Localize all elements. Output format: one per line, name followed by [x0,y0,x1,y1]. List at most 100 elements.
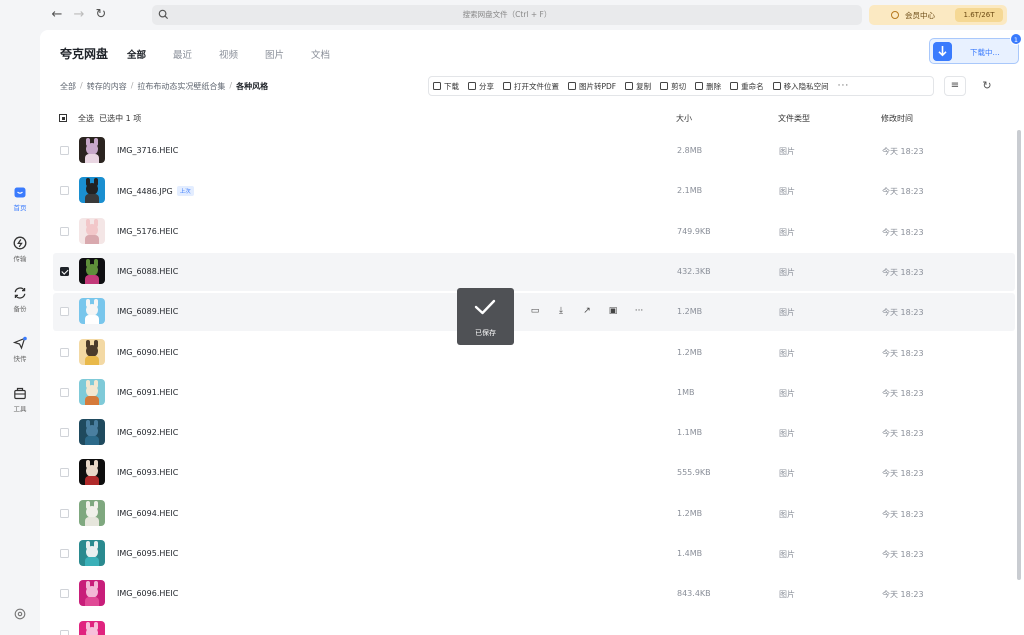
row-checkbox[interactable] [60,307,69,317]
tab-recent[interactable]: 最近 [173,47,219,61]
table-row[interactable]: IMG_6095.HEIC 1.4MB 图片 今天 18:23 [53,535,1015,573]
file-name[interactable]: IMG_6088.HEIC [117,267,178,276]
file-name[interactable]: IMG_6096.HEIC [117,589,178,598]
table-row[interactable]: IMG_6096.HEIC 843.4KB 图片 今天 18:23 [53,575,1015,613]
file-name[interactable]: IMG_3716.HEIC [117,146,178,155]
open-location-button[interactable]: 打开文件位置 [503,81,559,92]
sidebar-item-backup[interactable]: 备份 [0,286,40,313]
table-row[interactable]: IMG_6090.HEIC 1.2MB 图片 今天 18:23 [53,334,1015,372]
column-size[interactable]: 大小 [676,113,692,124]
refresh-icon[interactable]: ↻ [980,79,994,93]
downloading-button[interactable]: 下载中... 1 [929,33,1022,64]
table-row[interactable]: IMG_3716.HEIC 2.8MB 图片 今天 18:23 [53,132,1015,170]
download-icon [433,82,441,90]
file-size: 2.1MB [677,186,703,196]
folder-icon[interactable]: ▭ [529,305,541,317]
row-checkbox[interactable] [60,549,69,558]
table-row[interactable]: IMG_5176.HEIC 749.9KB 图片 今天 18:23 [53,213,1015,251]
select-all-label[interactable]: 全选 [78,114,94,123]
file-type: 图片 [779,227,795,237]
back-button[interactable]: ← [48,6,66,24]
file-type: 图片 [779,267,795,277]
file-name[interactable]: IMG_5176.HEIC [117,227,178,236]
reload-button[interactable]: ↻ [92,6,110,24]
row-checkbox[interactable] [60,468,69,478]
move-to-private-button[interactable]: 移入隐私空间 [772,81,829,92]
sidebar-item-home[interactable]: 首页 [0,185,40,212]
row-checkbox[interactable] [60,428,69,438]
scrollbar[interactable] [1017,130,1021,580]
table-row[interactable]: IMG_6092.HEIC 1.1MB 图片 今天 18:23 [53,414,1015,452]
cut-icon [660,82,669,90]
file-modified-time: 今天 18:23 [882,550,924,559]
image-icon[interactable]: ▣ [607,305,619,317]
image-to-pdf-button[interactable]: 图片转PDF [568,81,616,92]
row-checkbox[interactable] [60,226,69,236]
file-name[interactable]: IMG_6090.HEIC [117,348,178,357]
row-checkbox[interactable] [60,266,69,276]
row-checkbox[interactable] [60,146,69,155]
tab-image[interactable]: 图片 [265,47,311,61]
row-checkbox[interactable] [60,387,69,397]
row-checkbox[interactable] [60,347,69,357]
table-header: 全选 已选中 1 项 大小 文件类型 修改时间 [54,110,1014,128]
download-icon[interactable]: ⤓ [555,305,567,317]
file-name[interactable]: IMG_4486.JPG [117,187,173,196]
more-icon[interactable]: ··· [633,305,645,317]
table-row[interactable]: IMG_6089.HEIC 1.2MB 图片 今天 18:23 ▭ ⤓ ↗ ▣ ··· [53,293,1015,332]
select-all-checkbox[interactable] [59,114,67,122]
table-row[interactable]: IMG_6091.HEIC 1MB 图片 今天 18:23 [53,374,1015,412]
table-row[interactable]: IMG_4486.JPG 上次 2.1MB 图片 今天 18:23 [53,172,1015,210]
row-checkbox[interactable] [60,186,69,196]
column-type[interactable]: 文件类型 [778,113,810,124]
search-input[interactable]: 搜索网盘文件（Ctrl + F） [152,5,862,25]
file-name[interactable]: IMG_6092.HEIC [117,428,178,437]
file-name[interactable]: IMG_6095.HEIC [117,549,178,558]
breadcrumb-item-saved[interactable]: 转存的内容 [87,81,127,92]
breadcrumb-item-collection[interactable]: 拉布布动态实况壁纸合集 [137,81,225,92]
sort-button[interactable]: ≡ [944,76,966,96]
file-type: 图片 [779,388,795,398]
forward-button[interactable]: → [70,6,88,24]
tab-document[interactable]: 文档 [311,47,357,61]
copy-button[interactable]: 复制 [625,81,651,92]
delete-button[interactable]: 删除 [695,81,721,92]
more-icon[interactable]: ··· [838,81,850,91]
file-modified-time: 今天 18:23 [882,388,924,398]
download-button[interactable]: 下载 [433,81,459,92]
table-row[interactable]: IMG_6088.HEIC 432.3KB 图片 今天 18:23 [53,252,1015,291]
file-modified-time: 今天 18:23 [882,147,924,156]
file-thumbnail [79,217,105,244]
file-name[interactable]: IMG_6093.HEIC [117,468,178,477]
file-name[interactable]: IMG_6094.HEIC [117,509,178,518]
row-checkbox[interactable] [60,629,69,635]
table-row[interactable]: IMG_6094.HEIC 1.2MB 图片 今天 18:23 [53,495,1015,533]
share-icon[interactable]: ↗ [581,305,593,317]
file-name[interactable]: IMG_6091.HEIC [117,388,178,397]
pencil-icon [730,82,739,90]
sidebar-item-quick-send[interactable]: 快传 [0,336,40,363]
breadcrumb-item-all[interactable]: 全部 [60,81,76,92]
file-size: 1MB [677,387,695,397]
tab-all[interactable]: 全部 [127,47,173,61]
settings-icon[interactable] [14,608,26,620]
cut-button[interactable]: 剪切 [660,81,686,92]
row-checkbox[interactable] [60,589,69,599]
rename-button[interactable]: 重命名 [730,81,764,92]
file-name[interactable]: IMG_6089.HEIC [117,307,178,316]
share-button[interactable]: 分享 [468,81,494,92]
tab-video[interactable]: 视频 [219,47,265,61]
sidebar-item-tools[interactable]: 工具 [0,386,40,413]
table-row[interactable] [53,616,1015,635]
search-placeholder: 搜索网盘文件（Ctrl + F） [462,10,552,19]
vip-center-button[interactable]: 会员中心 1.6T/26T [869,5,1007,25]
toolbar-label: 分享 [479,81,494,91]
sidebar-item-label: 快传 [13,355,27,363]
sidebar-item-label: 工具 [13,405,27,413]
column-modified-time[interactable]: 修改时间 [881,113,913,124]
table-row[interactable]: IMG_6093.HEIC 555.9KB 图片 今天 18:23 [53,454,1015,492]
toolbar-label: 图片转PDF [579,81,617,91]
selected-count: 已选中 1 项 [99,114,142,123]
row-checkbox[interactable] [60,508,69,518]
sidebar-item-transfer[interactable]: 传输 [0,236,40,263]
